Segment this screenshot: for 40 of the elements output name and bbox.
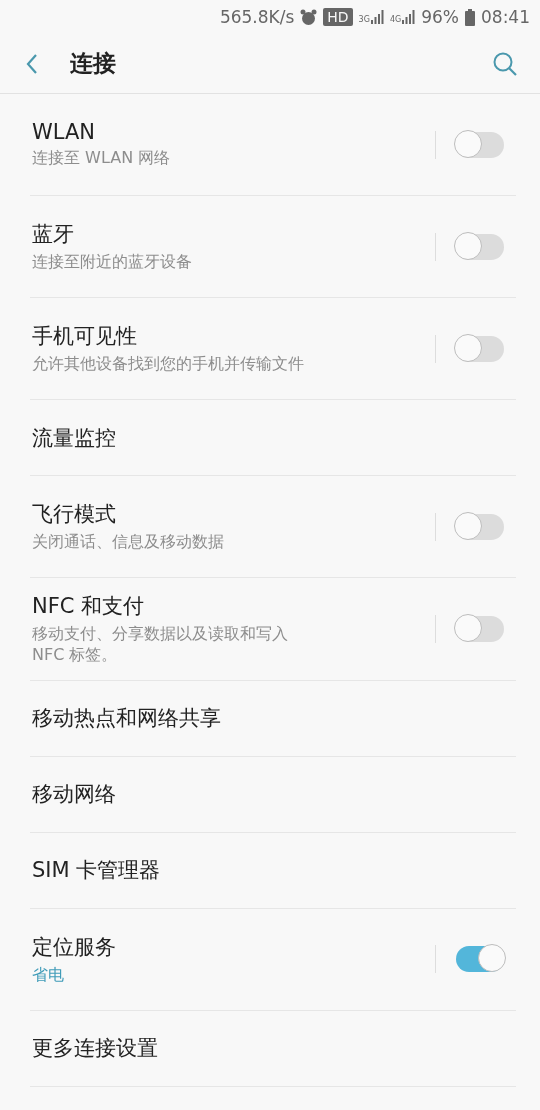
settings-row[interactable]: 蓝牙 连接至附近的蓝牙设备	[30, 196, 516, 298]
network-type: 4G	[389, 16, 402, 24]
setting-description: 连接至 WLAN 网络	[32, 148, 172, 169]
hd-badge: HD	[323, 8, 353, 26]
settings-item[interactable]: 移动热点和网络共享	[32, 704, 516, 733]
setting-description: 连接至附近的蓝牙设备	[32, 252, 193, 273]
battery-icon	[465, 8, 475, 26]
setting-title: NFC 和支付	[32, 593, 146, 620]
settings-item[interactable]: 更多连接设置	[32, 1034, 516, 1063]
setting-title: 定位服务	[32, 933, 117, 961]
setting-description: 关闭通话、信息及移动数据	[32, 532, 225, 553]
setting-description: 移动支付、分享数据以及读取和写入 NFC 标签。	[32, 624, 289, 666]
signal-icon	[370, 10, 384, 24]
setting-description: 省电	[32, 964, 65, 986]
page-title: 连接	[70, 49, 117, 78]
setting-title: WLAN	[32, 120, 97, 145]
toggle-switch[interactable]	[456, 946, 504, 973]
toggle-switch[interactable]	[456, 335, 504, 362]
network-speed: 565.8K/s	[219, 7, 295, 27]
setting-title: 蓝牙	[32, 221, 75, 249]
settings-item[interactable]: SIM 卡管理器	[32, 856, 516, 885]
settings-row[interactable]: WLAN 连接至 WLAN 网络	[30, 94, 516, 196]
settings-item[interactable]: 流量监控	[32, 423, 516, 452]
settings-row[interactable]: 手机可见性 允许其他设备找到您的手机并传输文件	[30, 298, 516, 400]
network-type: 3G	[358, 16, 370, 24]
battery-level: 96%	[421, 7, 459, 27]
toggle-switch[interactable]	[456, 131, 504, 158]
toggle-switch[interactable]	[456, 615, 504, 642]
settings-item[interactable]: 移动网络	[32, 780, 516, 809]
settings-row[interactable]: 定位服务 省电	[30, 908, 516, 1011]
settings-row[interactable]: 飞行模式 关闭通话、信息及移动数据	[30, 476, 516, 578]
toggle-switch[interactable]	[456, 513, 504, 540]
setting-description: 允许其他设备找到您的手机并传输文件	[32, 354, 305, 375]
settings-row[interactable]: NFC 和支付 移动支付、分享数据以及读取和写入 NFC 标签。	[30, 578, 516, 681]
search-button[interactable]	[492, 50, 518, 77]
signal-icon	[402, 10, 416, 24]
setting-title: 飞行模式	[32, 501, 117, 529]
clock: 08:41	[481, 7, 530, 27]
toggle-switch[interactable]	[456, 233, 504, 260]
setting-title: 手机可见性	[32, 323, 138, 351]
